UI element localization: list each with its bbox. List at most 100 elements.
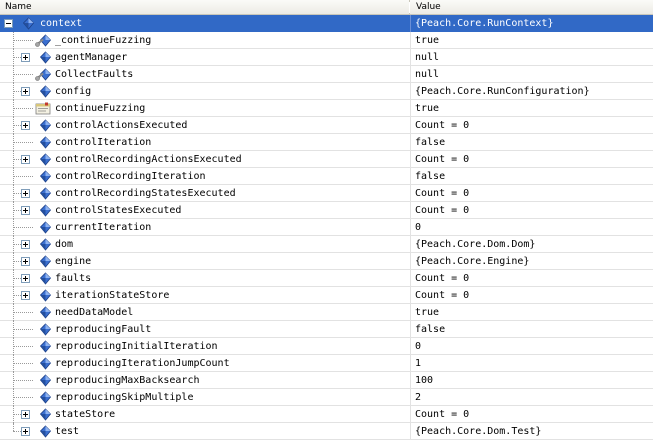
field-icon <box>39 306 52 319</box>
variable-value[interactable]: true <box>415 100 439 117</box>
variable-name: controlStatesExecuted <box>55 205 182 216</box>
variable-value[interactable]: 100 <box>415 372 433 389</box>
expand-icon[interactable] <box>21 87 30 96</box>
field-icon <box>39 323 52 336</box>
expand-icon[interactable] <box>21 410 30 419</box>
value-column-header[interactable]: Value <box>411 0 653 14</box>
tree-connector <box>13 295 21 296</box>
tree-row[interactable]: continueFuzzing true <box>0 100 653 117</box>
variable-value[interactable]: false <box>415 168 445 185</box>
variable-value[interactable]: 0 <box>415 338 421 355</box>
column-gridline <box>410 423 411 440</box>
variable-value[interactable]: Count = 0 <box>415 117 469 134</box>
variable-value[interactable]: null <box>415 49 439 66</box>
field-icon <box>39 391 52 404</box>
tree-row[interactable]: reproducingMaxBacksearch 100 <box>0 372 653 389</box>
tree-connector <box>13 176 33 177</box>
variable-value[interactable]: {Peach.Core.RunConfiguration} <box>415 83 590 100</box>
tree-connector <box>13 329 33 330</box>
tree-row[interactable]: currentIteration 0 <box>0 219 653 236</box>
tree-row[interactable]: engine {Peach.Core.Engine} <box>0 253 653 270</box>
variable-value[interactable]: Count = 0 <box>415 185 469 202</box>
variable-name: context <box>40 18 83 29</box>
variable-name: engine <box>55 256 92 267</box>
expand-icon[interactable] <box>21 155 30 164</box>
column-gridline <box>410 253 411 270</box>
variable-value[interactable]: {Peach.Core.RunContext} <box>415 15 553 32</box>
tree-row[interactable]: CollectFaults null <box>0 66 653 83</box>
column-gridline <box>410 406 411 423</box>
column-gridline <box>410 202 411 219</box>
tree-row[interactable]: test {Peach.Core.Dom.Test} <box>0 423 653 440</box>
variable-value[interactable]: Count = 0 <box>415 406 469 423</box>
field-icon <box>39 119 52 132</box>
expand-icon[interactable] <box>21 427 30 436</box>
variable-name: reproducingMaxBacksearch <box>55 375 200 386</box>
field-icon <box>39 153 52 166</box>
tree-row-root[interactable]: context {Peach.Core.RunContext} <box>0 15 653 32</box>
tree-row[interactable]: controlRecordingStatesExecuted Count = 0 <box>0 185 653 202</box>
tree-row[interactable]: reproducingInitialIteration 0 <box>0 338 653 355</box>
field-icon <box>39 238 52 251</box>
variable-value[interactable]: true <box>415 304 439 321</box>
variable-value[interactable]: Count = 0 <box>415 202 469 219</box>
field-icon <box>39 187 52 200</box>
tree-row[interactable]: controlRecordingActionsExecuted Count = 0 <box>0 151 653 168</box>
tree-connector <box>13 244 21 245</box>
collapse-icon[interactable] <box>4 19 13 28</box>
expand-icon[interactable] <box>21 121 30 130</box>
tree-row[interactable]: controlActionsExecuted Count = 0 <box>0 117 653 134</box>
tree-row[interactable]: controlIteration false <box>0 134 653 151</box>
expand-icon[interactable] <box>21 274 30 283</box>
tree-row[interactable]: reproducingIterationJumpCount 1 <box>0 355 653 372</box>
tree-row[interactable]: controlRecordingIteration false <box>0 168 653 185</box>
expand-icon[interactable] <box>21 189 30 198</box>
tree-row[interactable]: agentManager null <box>0 49 653 66</box>
variable-value[interactable]: {Peach.Core.Dom.Test} <box>415 423 541 440</box>
variable-value[interactable]: 1 <box>415 355 421 372</box>
expand-icon[interactable] <box>21 53 30 62</box>
tree-row[interactable]: faults Count = 0 <box>0 270 653 287</box>
variable-value[interactable]: Count = 0 <box>415 270 469 287</box>
variable-value[interactable]: {Peach.Core.Dom.Dom} <box>415 236 535 253</box>
tree-row[interactable]: config {Peach.Core.RunConfiguration} <box>0 83 653 100</box>
variable-name: CollectFaults <box>55 69 134 80</box>
variable-name: controlRecordingIteration <box>55 171 206 182</box>
variable-name: test <box>55 426 80 437</box>
wrench-field-icon <box>35 34 52 47</box>
variable-value[interactable]: {Peach.Core.Engine} <box>415 253 529 270</box>
variable-value[interactable]: 2 <box>415 389 421 406</box>
variable-name: controlActionsExecuted <box>55 120 188 131</box>
field-icon <box>22 17 35 30</box>
tree-row[interactable]: reproducingFault false <box>0 321 653 338</box>
variable-value[interactable]: true <box>415 32 439 49</box>
field-icon <box>39 170 52 183</box>
variable-value[interactable]: false <box>415 321 445 338</box>
expand-icon[interactable] <box>21 206 30 215</box>
expand-icon[interactable] <box>21 291 30 300</box>
field-icon <box>39 289 52 302</box>
expand-icon[interactable] <box>21 240 30 249</box>
tree-row[interactable]: reproducingSkipMultiple 2 <box>0 389 653 406</box>
field-icon <box>39 374 52 387</box>
tree-row[interactable]: _continueFuzzing true <box>0 32 653 49</box>
expand-icon[interactable] <box>21 257 30 266</box>
variable-value[interactable]: 0 <box>415 219 421 236</box>
variable-value[interactable]: Count = 0 <box>415 151 469 168</box>
tree-row[interactable]: dom {Peach.Core.Dom.Dom} <box>0 236 653 253</box>
name-column-header[interactable]: Name <box>0 0 410 14</box>
variable-value[interactable]: null <box>415 66 439 83</box>
column-gridline <box>410 236 411 253</box>
tree-row[interactable]: needDataModel true <box>0 304 653 321</box>
variable-value[interactable]: Count = 0 <box>415 287 469 304</box>
tree-row[interactable]: stateStore Count = 0 <box>0 406 653 423</box>
column-gridline <box>410 372 411 389</box>
column-divider[interactable] <box>409 2 410 13</box>
tree-connector <box>13 423 14 431</box>
variable-value[interactable]: false <box>415 134 445 151</box>
column-gridline <box>410 185 411 202</box>
tree-row[interactable]: controlStatesExecuted Count = 0 <box>0 202 653 219</box>
column-gridline <box>410 15 411 32</box>
variable-name: controlRecordingStatesExecuted <box>55 188 236 199</box>
tree-row[interactable]: iterationStateStore Count = 0 <box>0 287 653 304</box>
